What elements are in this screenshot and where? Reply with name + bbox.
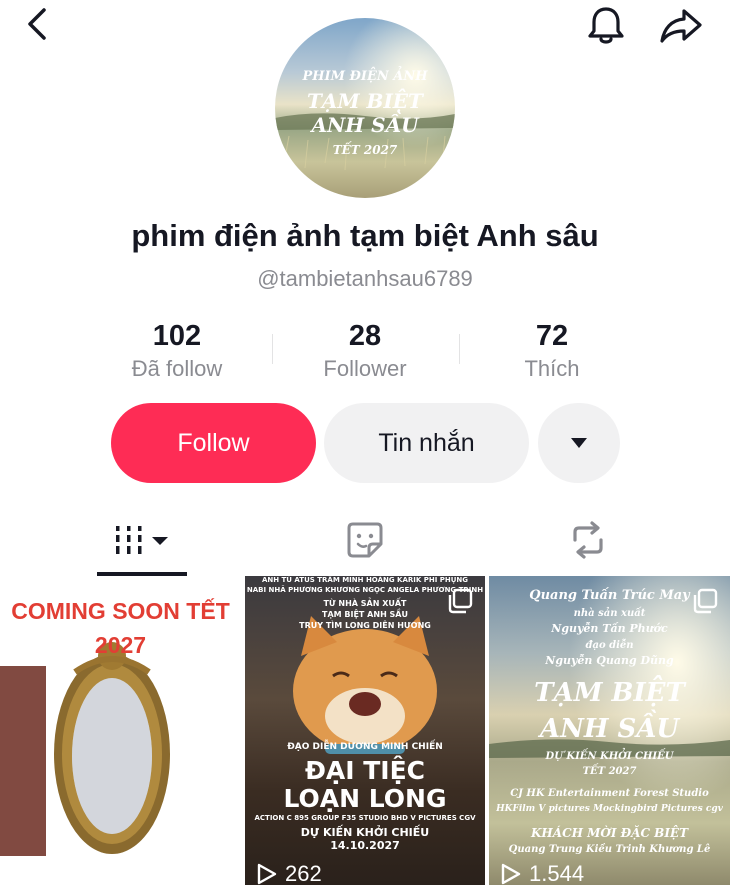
stat-likes-label: Thích <box>524 356 580 381</box>
chevron-left-icon <box>28 8 46 40</box>
video-tile[interactable]: Quang Tuấn Trúc May nhà sản xuất Nguyễn … <box>489 576 730 885</box>
more-options-button[interactable] <box>538 403 620 483</box>
avatar-text-line3: ANH SẦU <box>309 110 420 137</box>
video-views: 1.544 <box>529 861 585 885</box>
video-studios: ACTION C 895 GROUP F35 STUDIO BHD V PICT… <box>254 814 476 822</box>
video-title-line1: ĐẠI TIỆC <box>304 756 426 785</box>
stat-divider <box>272 334 273 364</box>
tab-videos[interactable] <box>97 505 187 575</box>
stat-divider <box>459 334 460 364</box>
stat-likes-count: 72 <box>535 320 569 352</box>
video-grid: COMING SOON TẾT 2027 232 ANH TÚ ATUS TRẦ… <box>0 576 730 885</box>
grid-bars-icon <box>116 526 168 554</box>
share-button[interactable] <box>654 2 708 50</box>
video-cast-line1: ANH TÚ ATUS TRẦM MINH HOÀNG KARIK PHI PH… <box>261 576 469 584</box>
stat-followers-label: Follower <box>323 356 407 381</box>
video-studios-line1: CJ HK Entertainment Forest Studio <box>510 788 709 799</box>
sticker-icon <box>347 522 383 558</box>
video-guests: Quang Trung Kiều Trinh Khương Lê <box>508 844 711 855</box>
video-tile[interactable]: COMING SOON TẾT 2027 232 <box>0 576 241 885</box>
notification-bell-button[interactable] <box>582 2 630 50</box>
video-title-line2: LOẠN LONG <box>283 784 447 813</box>
video-title-line2: 2027 <box>94 632 147 658</box>
video-release-line2: TẾT 2027 <box>582 766 637 777</box>
video-release-line1: DỰ KIẾN KHỞI CHIẾU <box>545 751 674 762</box>
stat-followers[interactable]: 28 Follower <box>275 318 455 384</box>
video-views: 232 <box>40 861 77 885</box>
back-button[interactable] <box>18 4 58 44</box>
avatar-text-line4: TẾT 2027 <box>333 140 398 157</box>
video-release-line2: 14.10.2027 <box>330 839 400 852</box>
video-cast-line2: NABI NHÃ PHƯƠNG KHƯƠNG NGỌC ANGELA PHƯƠN… <box>246 586 484 594</box>
video-view-count: 262 <box>257 861 322 885</box>
play-icon <box>12 863 32 885</box>
stat-followers-count: 28 <box>348 320 382 352</box>
video-title-line2: ANH SẦU <box>539 714 680 744</box>
profile-tabs <box>0 505 730 577</box>
video-title-line1: TẠM BIỆT <box>534 678 685 708</box>
video-producer: Nguyễn Tấn Phước <box>551 622 668 635</box>
video-producer-line1: TẠM BIỆT ANH SẦU <box>322 610 408 619</box>
tab-favorites[interactable] <box>320 505 410 575</box>
stat-following-label: Đã follow <box>131 356 223 381</box>
bell-icon <box>588 7 624 44</box>
share-arrow-icon <box>660 9 702 43</box>
repost-icon <box>573 521 603 559</box>
avatar-text-line2: TẠM BIỆT <box>307 87 425 113</box>
video-title-line1: COMING SOON TẾT <box>11 598 230 624</box>
video-tile[interactable]: ANH TÚ ATUS TRẦM MINH HOÀNG KARIK PHI PH… <box>245 576 485 885</box>
video-director-label: đạo diễn <box>585 640 634 651</box>
stat-likes[interactable]: 72 Thích <box>462 318 642 384</box>
play-icon <box>501 863 521 885</box>
avatar-image: PHIM ĐIỆN ẢNH TẠM BIỆT ANH SẦU TẾT 2027 <box>275 18 455 198</box>
stat-following-count: 102 <box>152 320 202 352</box>
stat-following[interactable]: 102 Đã follow <box>87 318 267 384</box>
profile-display-name: phim điện ảnh tạm biệt Anh sâu <box>131 218 599 253</box>
avatar-text-line1: PHIM ĐIỆN ẢNH <box>301 66 428 84</box>
caret-down-icon <box>571 438 587 448</box>
video-producer-label: nhà sản xuất <box>573 608 646 619</box>
profile-stats: 102 Đã follow 28 Follower 72 Thích <box>0 318 730 388</box>
video-director: ĐẠO DIỄN DƯƠNG MINH CHIẾN <box>287 742 443 752</box>
video-view-count: 1.544 <box>501 861 584 885</box>
message-button[interactable]: Tin nhắn <box>324 403 529 483</box>
follow-button[interactable]: Follow <box>111 403 316 483</box>
profile-handle: @tambietanhsau6789 <box>257 266 473 291</box>
video-release-line1: DỰ KIẾN KHỞI CHIẾU <box>300 826 430 839</box>
video-view-count: 232 <box>12 861 77 885</box>
video-views: 262 <box>285 861 322 885</box>
profile-avatar[interactable]: PHIM ĐIỆN ẢNH TẠM BIỆT ANH SẦU TẾT 2027 <box>275 18 455 198</box>
play-icon <box>257 863 277 885</box>
video-producer-label: TỪ NHÀ SẢN XUẤT <box>323 599 407 608</box>
tab-reposts[interactable] <box>543 505 633 575</box>
video-producer-line2: TRUY TÌM LONG DIÊN HƯƠNG <box>299 621 431 630</box>
video-director: Nguyễn Quang Dũng <box>545 654 674 667</box>
video-cast: Quang Tuấn Trúc May <box>529 588 690 603</box>
video-guest-label: KHÁCH MỜI ĐẶC BIỆT <box>530 826 689 840</box>
video-studios-line2: HKFilm V pictures Mockingbird Pictures c… <box>496 804 723 814</box>
